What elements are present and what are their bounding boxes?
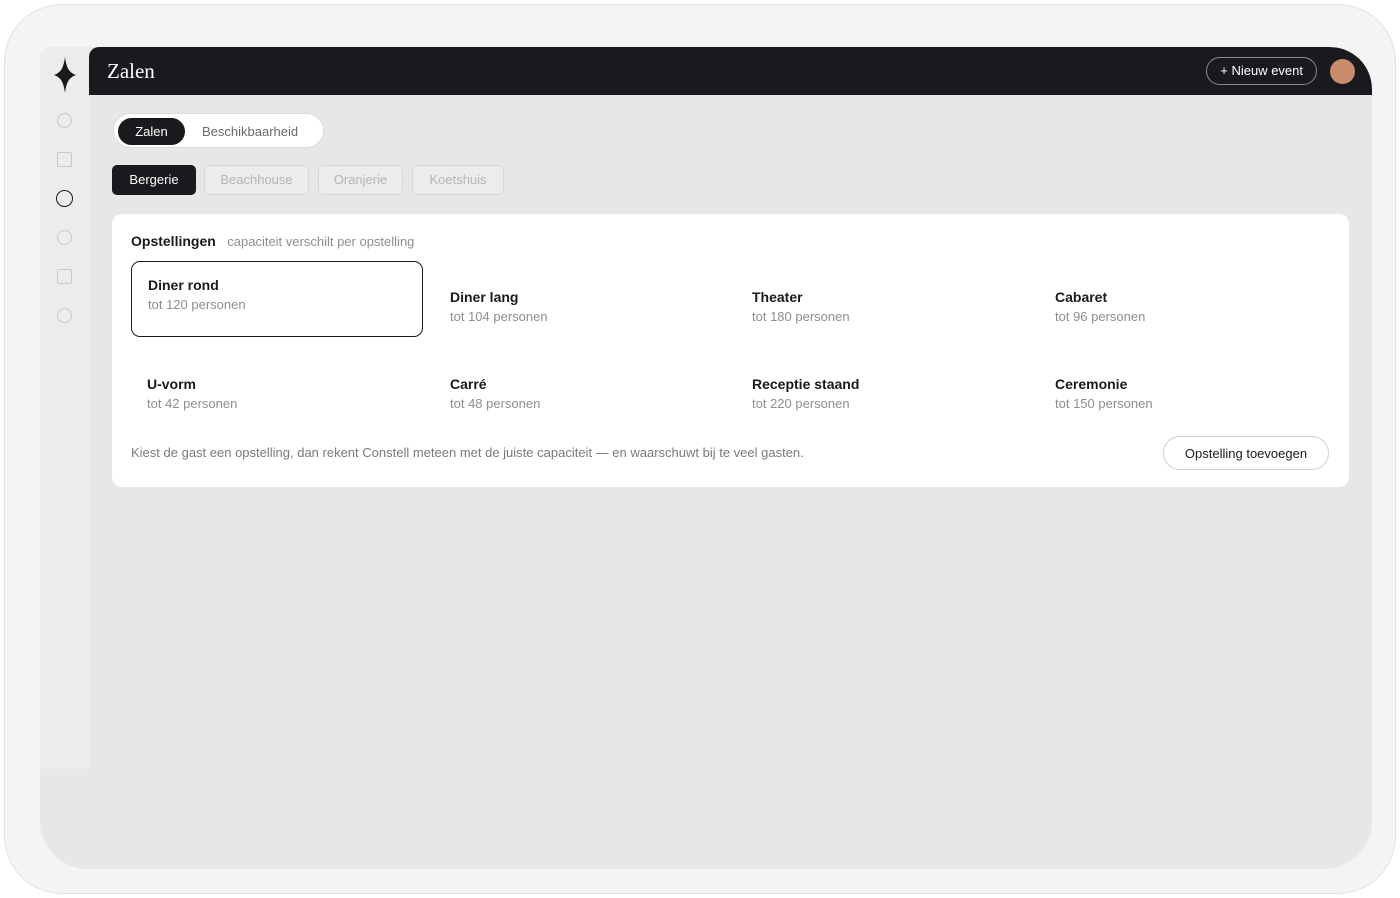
setup-capacity: tot 96 personen bbox=[1055, 309, 1146, 324]
setup-name: Cabaret bbox=[1055, 289, 1108, 305]
setup-capacity: tot 180 personen bbox=[752, 309, 850, 324]
setup-capacity: tot 42 personen bbox=[147, 396, 238, 411]
setup-name: Diner lang bbox=[450, 289, 519, 305]
setup-option-theater[interactable]: Theater tot 180 personen bbox=[736, 261, 1028, 337]
setup-name: Diner rond bbox=[148, 277, 219, 293]
setup-name: Ceremonie bbox=[1055, 376, 1128, 392]
setup-option-cabaret[interactable]: Cabaret tot 96 personen bbox=[1039, 261, 1331, 337]
card-header: Opstellingen capaciteit verschilt per op… bbox=[131, 233, 414, 251]
setup-capacity: tot 120 personen bbox=[148, 297, 246, 312]
add-setup-button[interactable]: Opstelling toevoegen bbox=[1163, 436, 1329, 470]
venue-chip-koetshuis[interactable]: Koetshuis bbox=[412, 165, 504, 195]
setup-capacity: tot 104 personen bbox=[450, 309, 548, 324]
app-screen: Zalen + Nieuw event Zalen Beschikbaarhei… bbox=[40, 47, 1372, 869]
page-title: Zalen bbox=[107, 59, 155, 83]
circle-icon[interactable] bbox=[57, 113, 72, 128]
setup-capacity: tot 48 personen bbox=[450, 396, 541, 411]
device-frame: Zalen + Nieuw event Zalen Beschikbaarhei… bbox=[4, 4, 1396, 894]
four-point-star-icon[interactable] bbox=[54, 57, 76, 93]
setup-option-ceremonie[interactable]: Ceremonie tot 150 personen bbox=[1039, 348, 1331, 424]
square-icon[interactable] bbox=[57, 269, 72, 284]
card-title: Opstellingen bbox=[131, 233, 216, 249]
setups-card: Opstellingen capaciteit verschilt per op… bbox=[112, 214, 1349, 487]
setup-option-carre[interactable]: Carré tot 48 personen bbox=[434, 348, 726, 424]
circle-icon[interactable] bbox=[57, 230, 72, 245]
circle-icon[interactable] bbox=[56, 190, 73, 207]
setup-option-diner-rond[interactable]: Diner rond tot 120 personen bbox=[131, 261, 423, 337]
setup-name: Carré bbox=[450, 376, 487, 392]
tab-zalen[interactable]: Zalen bbox=[118, 118, 185, 145]
card-subtitle: capaciteit verschilt per opstelling bbox=[227, 234, 415, 249]
tab-beschikbaarheid[interactable]: Beschikbaarheid bbox=[202, 118, 298, 145]
sidebar bbox=[40, 47, 89, 769]
setup-capacity: tot 220 personen bbox=[752, 396, 850, 411]
setup-name: U-vorm bbox=[147, 376, 197, 392]
setup-option-receptie-staand[interactable]: Receptie staand tot 220 personen bbox=[736, 348, 1028, 424]
avatar[interactable] bbox=[1330, 59, 1355, 84]
venue-chip-bergerie[interactable]: Bergerie bbox=[112, 165, 196, 195]
capacity-footnote: Kiest de gast een opstelling, dan rekent… bbox=[131, 445, 804, 460]
square-icon[interactable] bbox=[57, 152, 72, 167]
setup-name: Receptie staand bbox=[752, 376, 860, 392]
circle-icon[interactable] bbox=[57, 308, 72, 323]
setup-option-u-vorm[interactable]: U-vorm tot 42 personen bbox=[131, 348, 423, 424]
top-bar: Zalen + Nieuw event bbox=[89, 47, 1372, 95]
setup-name: Theater bbox=[752, 289, 803, 305]
new-event-button[interactable]: + Nieuw event bbox=[1206, 57, 1317, 85]
venue-chip-beachhouse[interactable]: Beachhouse bbox=[204, 165, 309, 195]
venue-chip-oranjerie[interactable]: Oranjerie bbox=[318, 165, 403, 195]
setup-capacity: tot 150 personen bbox=[1055, 396, 1153, 411]
setup-option-diner-lang[interactable]: Diner lang tot 104 personen bbox=[434, 261, 726, 337]
view-toggle: Zalen Beschikbaarheid bbox=[113, 113, 324, 148]
